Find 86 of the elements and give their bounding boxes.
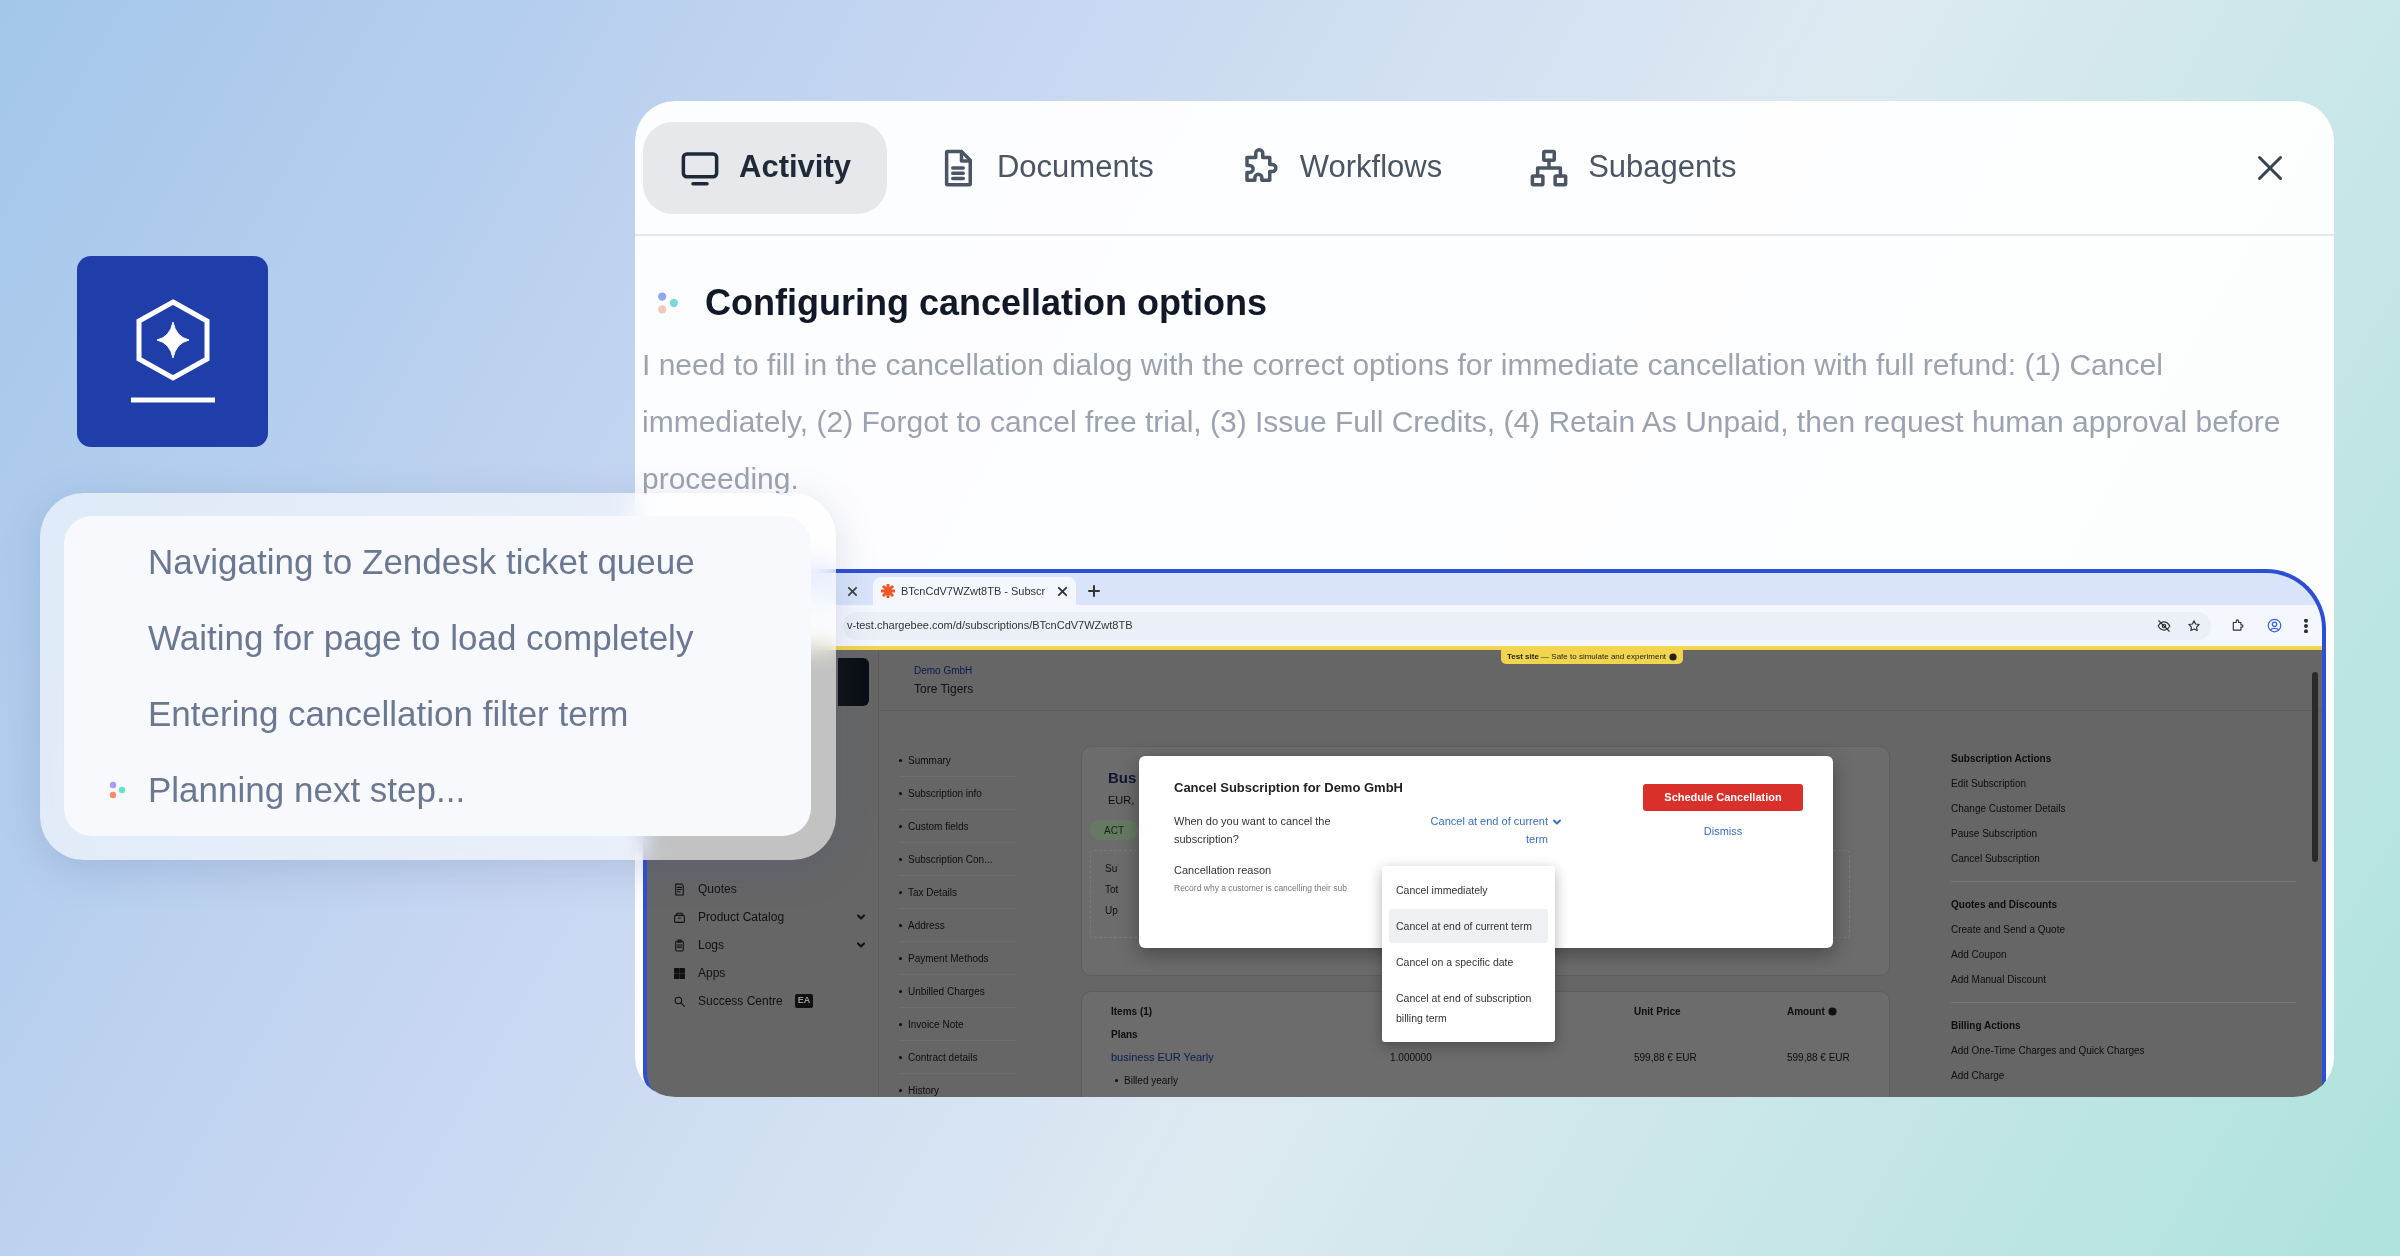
question-label: When do you want to cancel the subscription? bbox=[1174, 813, 1332, 847]
receipt-icon bbox=[673, 882, 686, 896]
search-icon bbox=[673, 994, 686, 1008]
section-nav-item[interactable]: Custom fields bbox=[899, 810, 1017, 843]
panel-tab[interactable]: Workflows bbox=[1203, 121, 1479, 214]
panel-tab[interactable]: Activity bbox=[643, 121, 887, 214]
sidebar-item[interactable]: Apps bbox=[673, 959, 866, 987]
step-label: Entering cancellation filter term bbox=[148, 692, 629, 735]
action-link[interactable]: Cancel Subscription bbox=[1951, 846, 2040, 871]
reason-hint: Record why a customer is cancelling their sub bbox=[1174, 882, 1347, 895]
action-link[interactable]: Add One-Time Charges and Quick Charges bbox=[1951, 1038, 2145, 1063]
account-switcher[interactable] bbox=[838, 658, 869, 706]
more-options-icon[interactable] bbox=[2304, 618, 2308, 633]
action-link[interactable]: Create and Send a Quote bbox=[1951, 917, 2065, 942]
section-nav-item[interactable]: Tax Details bbox=[899, 876, 1017, 909]
section-nav-item[interactable]: Subscription info bbox=[899, 777, 1017, 810]
section-nav-item[interactable]: Subscription Con... bbox=[899, 843, 1017, 876]
star-icon[interactable] bbox=[2187, 618, 2201, 633]
reason-label: Cancellation reason bbox=[1174, 862, 1272, 878]
panel-tab[interactable]: Subagents bbox=[1492, 121, 1773, 214]
section-nav-item[interactable]: Contract details bbox=[899, 1041, 1017, 1074]
sidebar-item[interactable]: Success Centre EA bbox=[673, 987, 866, 1015]
dropdown-option[interactable]: Cancel at end of current term bbox=[1389, 909, 1548, 943]
action-link[interactable]: Change Customer Details bbox=[1951, 796, 2066, 821]
step-label: Waiting for page to load completely bbox=[148, 616, 694, 659]
close-icon[interactable] bbox=[847, 585, 858, 597]
section-nav-item[interactable]: Unbilled Charges bbox=[899, 975, 1017, 1008]
table-cell-text: 599,88 € EUR bbox=[1787, 1051, 1851, 1065]
group-label: Plans bbox=[1111, 1028, 1139, 1042]
action-link[interactable]: Add Coupon bbox=[1951, 942, 2007, 967]
company-link[interactable]: Demo GmbH bbox=[914, 662, 973, 678]
column-header: Unit Price bbox=[1634, 1005, 1682, 1019]
customer-name: Tore Tigers bbox=[914, 680, 974, 698]
action-link[interactable]: Add Manual Discount bbox=[1951, 967, 2047, 992]
puzzle-icon[interactable] bbox=[2231, 618, 2245, 633]
summary-line: Up bbox=[1105, 904, 1118, 918]
dialog-title: Cancel Subscription for Demo GmbH bbox=[1174, 779, 1403, 797]
eye-off-icon[interactable] bbox=[2157, 618, 2171, 633]
action-link[interactable]: Edit Subscription bbox=[1951, 771, 2027, 796]
step-description: I need to fill in the cancellation dialog with the correct options for immediate cancellation with full refund: (1) Cancel immediately, (2) Forgot to cancel free trial, (3) Issue Full Credits, (4) Retain As Unpaid, then request human approval before proceeding. bbox=[641, 347, 2282, 497]
box-icon bbox=[673, 910, 686, 924]
plan-subtitle: EUR, bbox=[1108, 792, 1135, 808]
summary-line: Su bbox=[1105, 862, 1118, 876]
column-header: Amount bbox=[1787, 1005, 1825, 1019]
section-nav-item[interactable]: Invoice Note bbox=[899, 1008, 1017, 1041]
test-site-banner: Test site — Safe to simulate and experiment bbox=[1501, 650, 1684, 664]
browser-tab[interactable]: BTcnCdV7WZwt8TB - Subscr bbox=[873, 577, 1077, 605]
table-cell-text: 1.000000 bbox=[1390, 1051, 1433, 1065]
section-heading: Subscription Actions bbox=[1951, 752, 2052, 766]
sidebar-item[interactable]: Quotes bbox=[673, 875, 866, 903]
cancel-timing-select[interactable]: Cancel at end of current term bbox=[1408, 811, 1562, 848]
schedule-cancellation-button[interactable]: Schedule Cancellation bbox=[1643, 784, 1803, 811]
summary-line: Tot bbox=[1105, 883, 1119, 897]
sidebar-badge: EA bbox=[794, 994, 814, 1008]
plus-icon[interactable] bbox=[1088, 585, 1101, 597]
profile-icon[interactable] bbox=[2267, 618, 2282, 633]
section-nav-item[interactable]: Payment Methods bbox=[899, 942, 1017, 975]
section-nav-item[interactable]: History bbox=[899, 1074, 1017, 1097]
info-icon bbox=[1827, 1007, 1837, 1016]
section-nav-item[interactable]: Address bbox=[899, 909, 1017, 942]
close-icon[interactable] bbox=[1057, 585, 1069, 597]
clipboard-icon bbox=[673, 938, 686, 952]
items-heading: Items (1) bbox=[1111, 1005, 1154, 1019]
thinking-dots-icon bbox=[657, 291, 679, 315]
info-icon bbox=[1669, 653, 1678, 661]
dismiss-link[interactable]: Dismiss bbox=[1703, 823, 1743, 840]
step-label: Navigating to Zendesk ticket queue bbox=[148, 540, 695, 583]
panel-tab[interactable]: Documents bbox=[901, 121, 1190, 214]
sidebar-item[interactable]: Logs bbox=[673, 931, 866, 959]
action-link[interactable]: Add Charge bbox=[1951, 1063, 2005, 1088]
status-badge: ACT bbox=[1090, 820, 1138, 840]
scrollbar-thumb[interactable] bbox=[2312, 672, 2318, 862]
table-cell-text: 599,88 € EUR bbox=[1634, 1051, 1698, 1065]
plan-title: Bus bbox=[1108, 768, 1137, 788]
step-title: Configuring cancellation options bbox=[705, 281, 1267, 325]
billing-note: Billed yearly bbox=[1124, 1074, 1178, 1088]
section-heading: Quotes and Discounts bbox=[1951, 898, 2058, 912]
sidebar-item[interactable]: Product Catalog bbox=[673, 903, 866, 931]
section-nav-item[interactable]: Summary bbox=[899, 744, 1017, 777]
section-heading: Billing Actions bbox=[1951, 1019, 2021, 1033]
starburst-logo-icon bbox=[881, 584, 895, 598]
grid-icon bbox=[673, 966, 686, 980]
address-bar[interactable]: v-test.chargebee.com/d/subscriptions/BTcnCdV7WZwt8TB bbox=[843, 611, 2211, 640]
step-label: Planning next step... bbox=[148, 768, 466, 811]
plan-link[interactable]: business EUR Yearly bbox=[1111, 1049, 1390, 1066]
action-link[interactable]: Pause Subscription bbox=[1951, 821, 2038, 846]
